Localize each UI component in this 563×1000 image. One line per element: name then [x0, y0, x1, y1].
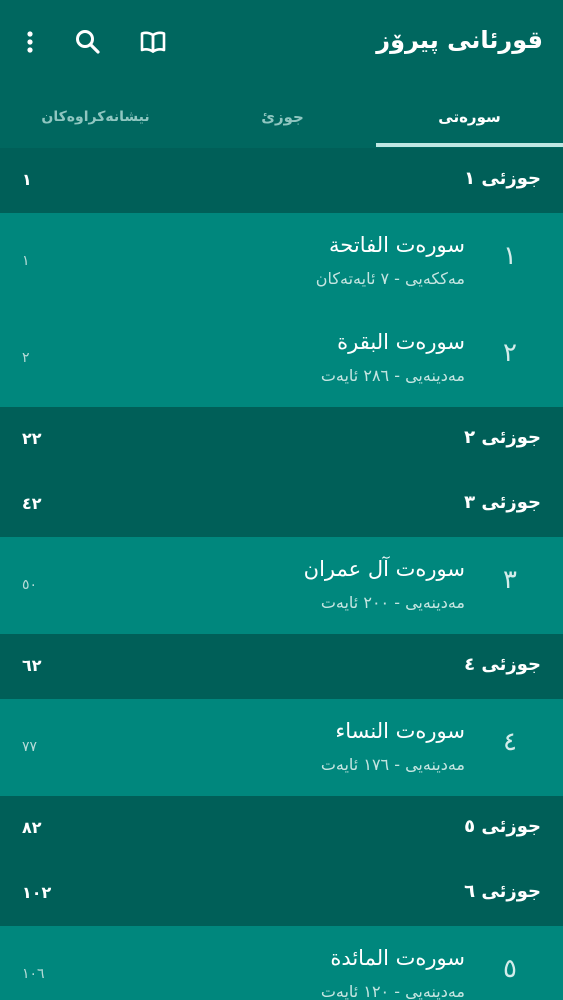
app-title: قورئانی پیرۆز — [376, 26, 543, 54]
sura-page-number: ٥٠ — [22, 577, 38, 593]
app-bar: قورئانی پیرۆز — [0, 0, 563, 86]
sura-page-number: ٢ — [22, 350, 30, 366]
juz-label: جوزئی ٤ — [464, 654, 541, 675]
juz-row[interactable]: جوزئی ٥ ٨٢ — [0, 796, 563, 861]
sura-name: سورەت آل عمران — [303, 557, 465, 581]
juz-row[interactable]: جوزئی ٦ ١٠٢ — [0, 861, 563, 926]
juz-row[interactable]: جوزئی ٤ ٦٢ — [0, 634, 563, 699]
sura-row[interactable]: ٤ سورەت النساء مەدینەیی - ١٧٦ ئایەت ٧٧ — [0, 699, 563, 796]
sura-number: ٢ — [503, 338, 517, 368]
sura-page-number: ١ — [22, 253, 30, 269]
open-book-icon[interactable] — [136, 25, 170, 59]
sura-number: ١ — [503, 241, 517, 271]
sura-row[interactable]: ٢ سورەت البقرة مەدینەیی - ٢٨٦ ئایەت ٢ — [0, 310, 563, 407]
sura-row[interactable]: ٣ سورەت آل عمران مەدینەیی - ٢٠٠ ئایەت ٥٠ — [0, 537, 563, 634]
juz-row[interactable]: جوزئی ٢ ٢٢ — [0, 407, 563, 472]
sura-page-number: ١٠٦ — [22, 966, 45, 982]
juz-page-number: ٨٢ — [22, 818, 42, 837]
sura-info: مەدینەیی - ١٢٠ ئایەت — [320, 982, 465, 1000]
juz-label: جوزئی ٣ — [464, 492, 541, 513]
sura-row[interactable]: ٥ سورەت المائدة مەدینەیی - ١٢٠ ئایەت ١٠٦ — [0, 926, 563, 1000]
juz-page-number: ٦٢ — [22, 656, 42, 675]
sura-number: ٣ — [503, 565, 517, 595]
sura-number: ٥ — [503, 954, 517, 984]
juz-label: جوزئی ٢ — [464, 427, 541, 448]
juz-page-number: ٢٢ — [22, 429, 42, 448]
sura-juz-list[interactable]: جوزئی ١ ١ ١ سورەت الفاتحة مەککەیی - ٧ ئا… — [0, 148, 563, 1000]
sura-row[interactable]: ١ سورەت الفاتحة مەککەیی - ٧ ئایەتەکان ١ — [0, 213, 563, 310]
search-icon[interactable] — [71, 25, 105, 59]
sura-name: سورەت النساء — [335, 719, 465, 743]
sura-page-number: ٧٧ — [22, 739, 38, 755]
sura-info: مەدینەیی - ١٧٦ ئایەت — [320, 755, 465, 774]
sura-info: مەدینەیی - ٢٠٠ ئایەت — [320, 593, 465, 612]
sura-name: سورەت البقرة — [337, 330, 465, 354]
more-vert-icon[interactable] — [13, 25, 47, 59]
juz-page-number: ١٠٢ — [22, 883, 52, 902]
juz-label: جوزئی ٥ — [464, 816, 541, 837]
juz-page-number: ٤٢ — [22, 494, 42, 513]
juz-label: جوزئی ١ — [464, 168, 541, 189]
sura-info: مەدینەیی - ٢٨٦ ئایەت — [320, 366, 465, 385]
sura-name: سورەت المائدة — [330, 946, 465, 970]
tab-juz[interactable]: جوزئ — [189, 86, 376, 148]
tab-suras[interactable]: سورەتی — [376, 86, 563, 148]
juz-label: جوزئی ٦ — [464, 881, 541, 902]
tab-bar: سورەتی جوزئ نیشانەکراوەکان — [0, 86, 563, 148]
sura-name: سورەت الفاتحة — [329, 233, 465, 257]
sura-info: مەککەیی - ٧ ئایەتەکان — [315, 269, 465, 288]
juz-row[interactable]: جوزئی ٣ ٤٢ — [0, 472, 563, 537]
juz-row[interactable]: جوزئی ١ ١ — [0, 148, 563, 213]
tab-indicator — [376, 143, 563, 147]
tab-bookmarks[interactable]: نیشانەکراوەکان — [2, 86, 189, 148]
juz-page-number: ١ — [22, 170, 32, 189]
sura-number: ٤ — [503, 727, 517, 757]
